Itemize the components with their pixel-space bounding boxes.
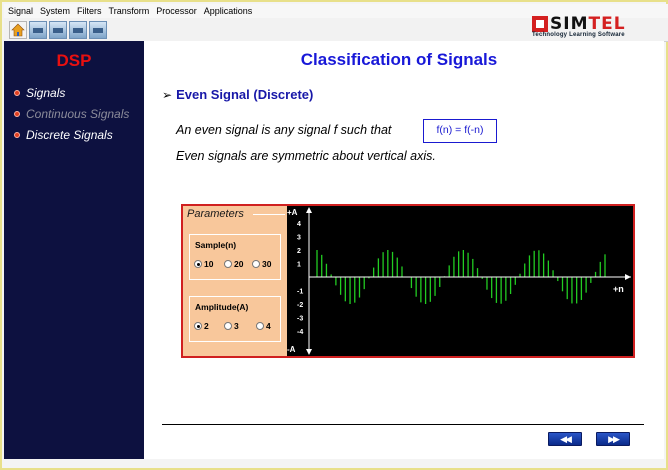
page-title: Classification of Signals [300,50,498,69]
back-button[interactable] [29,21,47,39]
print-icon [73,28,83,33]
simtel-logo: SIMTEL Technology Learning Software [532,14,642,42]
logo-brand: SIMTEL [550,14,626,34]
y-tick-label-1: 3 [297,235,301,242]
bullet-icon [14,132,20,138]
home-icon [11,23,25,37]
x-axis-label: +n [613,284,624,294]
sample-radio-20[interactable]: 20 [224,259,243,269]
y-axis-up-arrow-icon [306,207,312,213]
menu-applications[interactable]: Applications [200,4,256,17]
amplitude-group: Amplitude(A) 2 3 4 [189,296,281,342]
bullet-icon [14,90,20,96]
radio-selected-icon [194,322,202,330]
menu-system[interactable]: System [36,4,73,17]
back-icon [33,28,43,33]
bullet-icon [14,111,20,117]
simulation-panel: Parameters Sample(n) 10 20 30 Amplitude(… [181,204,635,358]
menu-processor[interactable]: Processor [152,4,200,17]
sidebar-item-discrete-signals[interactable]: Discrete Signals [14,128,113,142]
parameters-title: Parameters [187,208,246,220]
fast-forward-icon: ▶▶ [608,434,620,444]
forward-button[interactable] [49,21,67,39]
logo-tagline: Technology Learning Software [532,32,625,38]
amplitude-label: Amplitude(A) [195,302,249,312]
radio-icon [252,260,260,268]
x-axis-arrow-icon [625,274,631,280]
sample-radio-30[interactable]: 30 [252,259,271,269]
sample-label: Sample(n) [195,240,237,250]
main-content: Classification of Signals ➢ Even Signal (… [144,41,664,459]
y-bottom-label: -A [287,345,296,354]
sidebar-title: DSP [56,51,92,70]
parameters-divider [253,214,285,215]
bottom-divider [162,424,644,425]
menu-transform[interactable]: Transform [105,4,153,17]
radio-icon [224,260,232,268]
menu-signal[interactable]: Signal [4,4,36,17]
radio-icon [224,322,232,330]
y-tick-label-2: 2 [297,248,301,255]
signal-plot: +A -A +n 4 3 2 1 -1 -2 -3 -4 [287,207,631,355]
sample-group: Sample(n) 10 20 30 [189,234,281,280]
y-tick-label-3: 1 [297,262,301,269]
y-axis-down-arrow-icon [306,349,312,355]
y-tick-label-5: -2 [297,302,303,309]
y-tick-label-7: -4 [297,329,303,336]
y-top-label: +A [287,208,298,217]
symmetry-text: Even signals are symmetric about vertica… [176,149,436,163]
radio-selected-icon [194,260,202,268]
radio-icon [256,322,264,330]
definition-text: An even signal is any signal f such that [176,123,392,137]
amplitude-radio-3[interactable]: 3 [224,321,239,331]
parameters-panel: Parameters Sample(n) 10 20 30 Amplitude(… [183,206,287,356]
simtel-logo-icon [532,16,548,32]
y-tick-label-6: -3 [297,316,303,323]
formula-box: f(n) = f(-n) [423,119,497,143]
amplitude-radio-4[interactable]: 4 [256,321,271,331]
next-page-button[interactable]: ▶▶ [596,432,630,446]
y-tick-label-0: 4 [297,221,301,228]
section-heading: ➢ Even Signal (Discrete) [162,87,314,102]
amplitude-radio-2[interactable]: 2 [194,321,209,331]
print-button[interactable] [69,21,87,39]
exit-button[interactable] [89,21,107,39]
sample-radio-10[interactable]: 10 [194,259,213,269]
home-button[interactable] [9,21,27,39]
exit-icon [93,28,103,33]
y-tick-label-4: -1 [297,289,303,296]
sidebar: DSP Signals Continuous Signals Discrete … [4,41,144,459]
rewind-icon: ◀◀ [560,434,572,444]
sidebar-item-signals[interactable]: Signals [14,86,65,100]
arrow-bullet-icon: ➢ [162,88,173,102]
previous-page-button[interactable]: ◀◀ [548,432,582,446]
sidebar-item-continuous-signals[interactable]: Continuous Signals [14,107,129,121]
menu-filters[interactable]: Filters [73,4,105,17]
forward-icon [53,28,63,33]
